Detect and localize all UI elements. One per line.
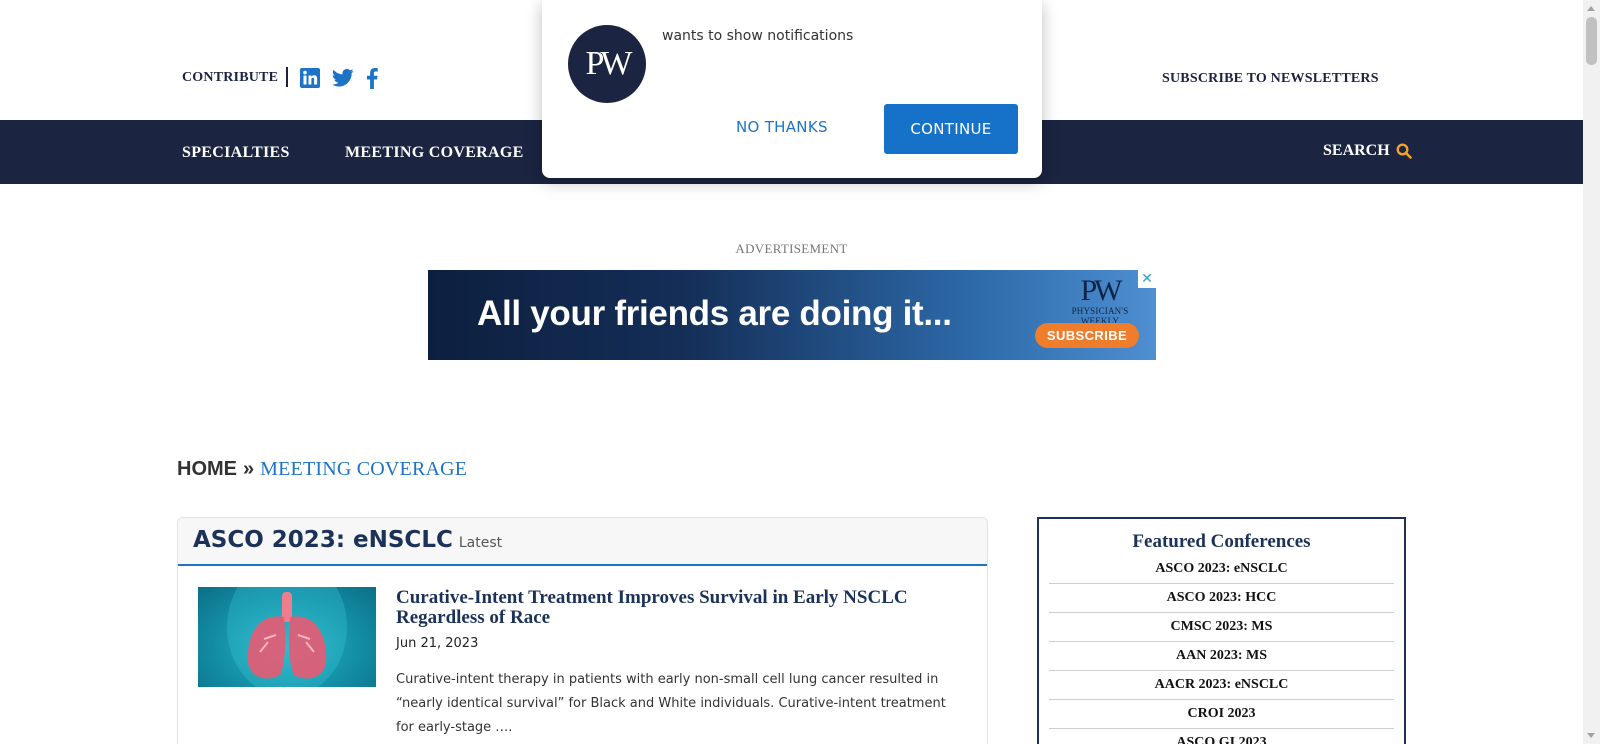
article-excerpt: Curative-intent therapy in patients with… [396,672,946,735]
article-date: Jun 21, 2023 [396,636,479,651]
latest-articles-card: ASCO 2023: eNSCLC Latest Curative-Intent… [177,517,988,744]
breadcrumb-home[interactable]: HOME [177,458,237,481]
continue-button[interactable]: CONTINUE [884,104,1018,154]
conference-item[interactable]: ASCO 2023: eNSCLC [1049,555,1394,584]
breadcrumb-current[interactable]: MEETING COVERAGE [260,458,467,481]
pw-logo: PW [568,25,646,103]
conference-item[interactable]: CROI 2023 [1049,700,1394,729]
featured-conferences: Featured Conferences ASCO 2023: eNSCLC A… [1037,517,1406,744]
search-icon [1396,143,1412,159]
page-scrollbar[interactable] [1583,0,1600,744]
lung-image[interactable] [198,587,376,687]
ad-logo-mark: PW [1080,274,1123,307]
scroll-up-icon[interactable] [1587,6,1595,11]
ad-banner[interactable]: All your friends are doing it... PW PHYS… [428,270,1156,360]
featured-title: Featured Conferences [1132,531,1311,552]
notification-prompt: PW wants to show notifications NO THANKS… [542,0,1042,178]
conference-item[interactable]: ASCO 2023: HCC [1049,584,1394,613]
section-tag: Latest [458,535,503,551]
conference-item[interactable]: CMSC 2023: MS [1049,613,1394,642]
close-icon[interactable]: ✕ [1138,270,1156,288]
breadcrumb: HOME » MEETING COVERAGE [177,458,467,481]
no-thanks-button[interactable]: NO THANKS [736,118,828,136]
conference-item[interactable]: AAN 2023: MS [1049,642,1394,671]
search-button[interactable]: SEARCH [1323,142,1412,160]
conference-item[interactable]: AACR 2023: eNSCLC [1049,671,1394,700]
ad-logo: PW PHYSICIAN'S WEEKLY [1058,274,1142,327]
nav-item-meeting-coverage[interactable]: MEETING COVERAGE [345,144,524,162]
contribute-link[interactable]: CONTRIBUTE [182,70,278,86]
scroll-down-icon[interactable] [1587,733,1595,738]
twitter-icon[interactable] [332,68,354,88]
scroll-thumb[interactable] [1586,17,1597,65]
breadcrumb-separator: » [243,458,255,480]
subscribe-newsletters-link[interactable]: SUBSCRIBE TO NEWSLETTERS [1162,71,1379,87]
advertisement-label: ADVERTISEMENT [735,241,848,256]
card-header: ASCO 2023: eNSCLC Latest [178,518,987,566]
facebook-icon[interactable] [366,68,380,89]
ad-headline: All your friends are doing it... [477,294,952,333]
nav-item-specialties[interactable]: SPECIALTIES [182,144,290,162]
ad-subscribe-button[interactable]: SUBSCRIBE [1035,323,1139,348]
notification-message: wants to show notifications [662,28,854,44]
search-label: SEARCH [1323,142,1390,159]
header-divider [286,67,288,87]
conference-list: ASCO 2023: eNSCLC ASCO 2023: HCC CMSC 20… [1049,555,1394,744]
linkedin-icon[interactable] [300,68,320,88]
article-title[interactable]: Curative-Intent Treatment Improves Survi… [396,588,956,628]
conference-item[interactable]: ASCO GI 2023 [1049,729,1394,744]
section-title[interactable]: ASCO 2023: eNSCLC [193,527,453,553]
